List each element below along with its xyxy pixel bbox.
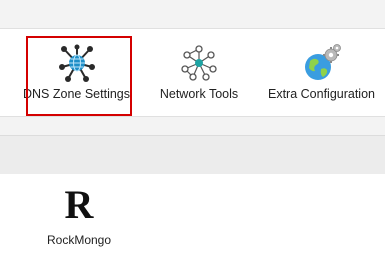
apps-panel: R RockMongo	[0, 174, 385, 256]
rockmongo-app[interactable]: R RockMongo	[38, 182, 120, 248]
network-nodes-icon	[179, 43, 219, 83]
extra-configuration-label: Extra Configuration	[267, 87, 375, 101]
extra-configuration-button[interactable]: Extra Configuration	[258, 29, 385, 116]
top-strip	[0, 0, 385, 28]
rockmongo-logo: R	[64, 182, 94, 227]
network-tools-label: Network Tools	[159, 87, 239, 101]
rockmongo-label: RockMongo	[46, 233, 112, 247]
dns-network-icon	[57, 43, 97, 83]
network-tools-button[interactable]: Network Tools	[151, 29, 247, 116]
globe-gears-icon	[302, 43, 342, 83]
tools-panel: DNS Zone Settings Network Tools Extra Co…	[0, 28, 385, 117]
section-header	[0, 135, 385, 175]
dns-zone-settings-button[interactable]: DNS Zone Settings	[14, 29, 140, 116]
dns-zone-settings-label: DNS Zone Settings	[23, 87, 130, 101]
